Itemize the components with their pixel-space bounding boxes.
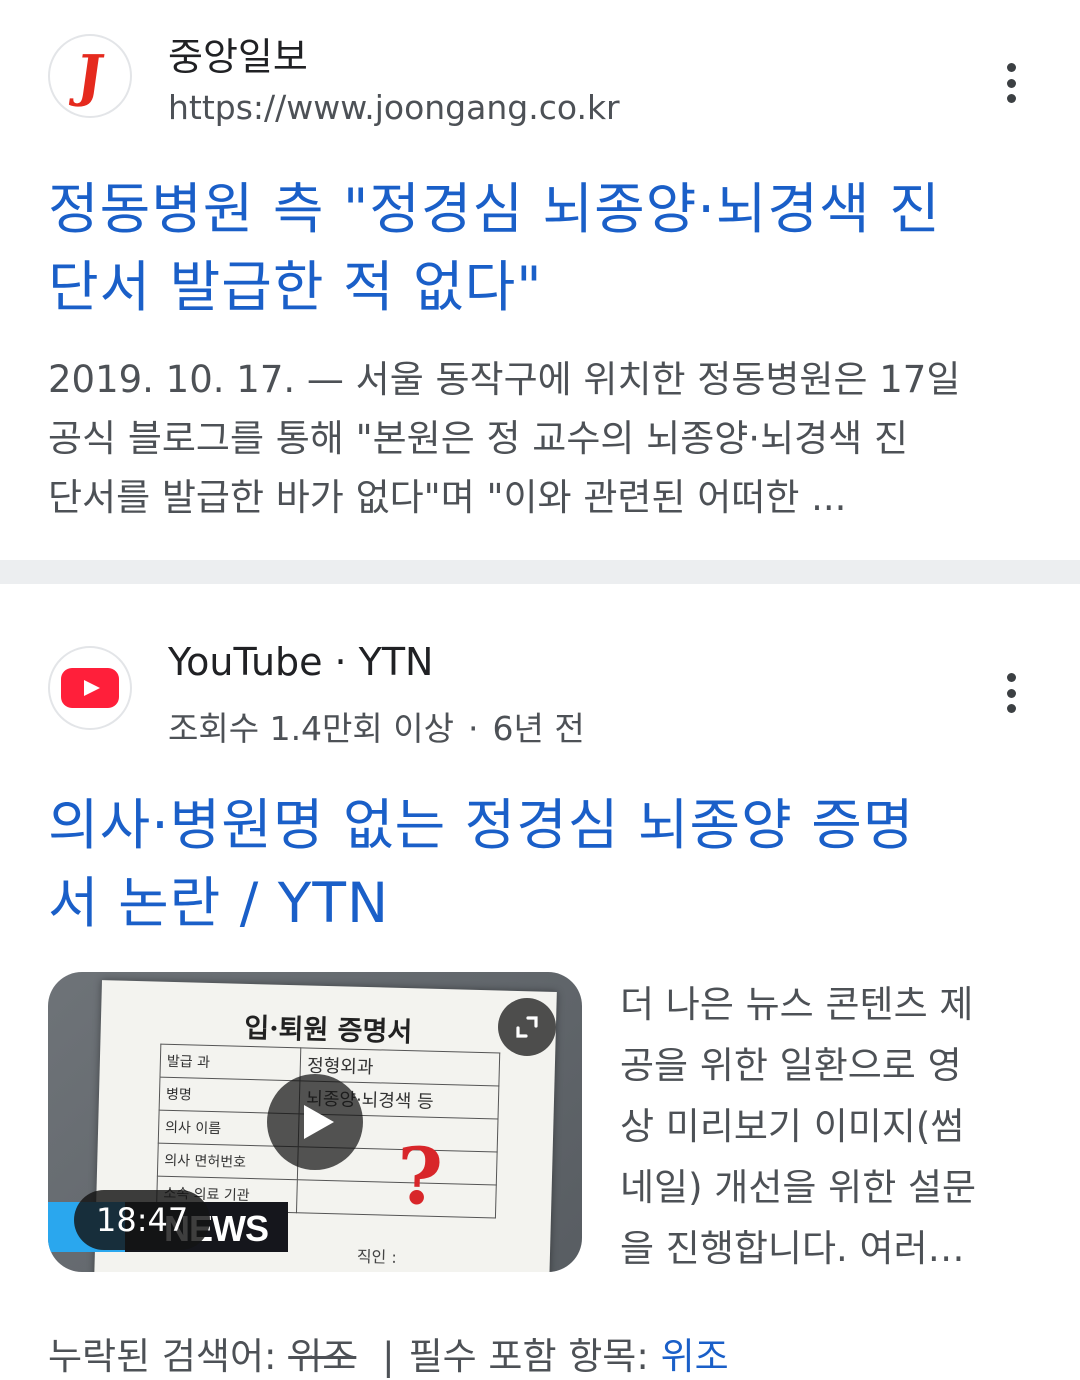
joongang-logo-icon: J [72,43,108,109]
site-name[interactable]: 중앙일보 [168,26,308,81]
result-title-line: 단서 발급한 적 없다" [48,255,543,319]
cert-seal-label: 직인 : [356,1246,398,1267]
search-result-youtube: YouTube · YTN 조회수 1.4만회 이상 · 6년 전 의사·병원명 없는 … [0,584,1080,1380]
question-mark-graphic: ? [395,1130,444,1224]
play-icon[interactable] [267,1074,363,1170]
result-title-line: 정동병원 측 "정경심 뇌종양·뇌경색 진 [48,177,941,241]
video-thumbnail[interactable]: 입·퇴원 증명서 발급 과 정형외과 병명 뇌종양·뇌경색 등 의사 이름 의사 면… [48,972,582,1272]
result-snippet: 2019. 10. 17. — 서울 동작구에 위치한 정동병원은 17일 공식… [48,350,1038,527]
snippet-line: 2019. 10. 17. — 서울 동작구에 위치한 정동병원은 17일 [48,358,961,401]
desc-line: 을 진행합니다. 여러… [620,1227,965,1270]
missing-label: 누락된 검색어: [48,1335,277,1378]
channel-name: YTN [358,640,434,684]
snippet-line: 공식 블로그를 통해 "본원은 정 교수의 뇌종양·뇌경색 진 [48,417,908,460]
cert-label: 발급 과 [159,1044,302,1081]
result-title-link[interactable]: 정동병원 측 "정경심 뇌종양·뇌경색 진 단서 발급한 적 없다" [48,170,1038,326]
more-options-icon[interactable] [996,668,1026,718]
joongang-favicon[interactable]: J [48,34,132,118]
separator: · [334,640,347,684]
video-description: 더 나은 뉴스 콘텐츠 제 공을 위한 일환으로 영 상 미리보기 이미지(썸 … [620,974,1040,1279]
result-title-link[interactable]: 의사·병원명 없는 정경심 뇌종양 증명 서 논란 / YTN [48,786,1038,942]
desc-line: 공을 위한 일환으로 영 [620,1044,962,1087]
video-age: 6년 전 [492,709,585,748]
more-options-icon[interactable] [996,58,1026,108]
missing-terms-row: 누락된 검색어: 위조 | 필수 포함 항목: 위조 [48,1326,729,1380]
missing-term: 위조 [288,1335,357,1378]
result-title-line: 의사·병원명 없는 정경심 뇌종양 증명 [48,793,915,857]
source-name: YouTube [168,640,323,684]
desc-line: 더 나은 뉴스 콘텐츠 제 [620,983,974,1026]
site-name[interactable]: YouTube · YTN [168,640,433,684]
result-title-line: 서 논란 / YTN [48,871,390,935]
expand-icon[interactable] [498,998,556,1056]
video-duration-badge: 18:47 [74,1190,211,1250]
site-url[interactable]: https://www.joongang.co.kr [168,88,620,127]
result-divider [0,560,1080,584]
search-result-joongang: J 중앙일보 https://www.joongang.co.kr 정동병원 측… [0,0,1080,560]
separator: | [382,1335,395,1378]
youtube-logo-icon [61,668,119,708]
video-meta: 조회수 1.4만회 이상 · 6년 전 [168,702,585,750]
must-include-label: 필수 포함 항목: [408,1335,649,1378]
snippet-line: 단서를 발급한 바가 없다"며 "이와 관련된 어떠한 ... [48,476,847,519]
separator: · [467,709,479,748]
must-include-link[interactable]: 위조 [661,1335,729,1378]
view-count: 조회수 1.4만회 이상 [168,709,454,748]
desc-line: 네일) 개선을 위한 설문 [620,1166,977,1209]
desc-line: 상 미리보기 이미지(썸 [620,1105,965,1148]
youtube-favicon[interactable] [48,646,132,730]
